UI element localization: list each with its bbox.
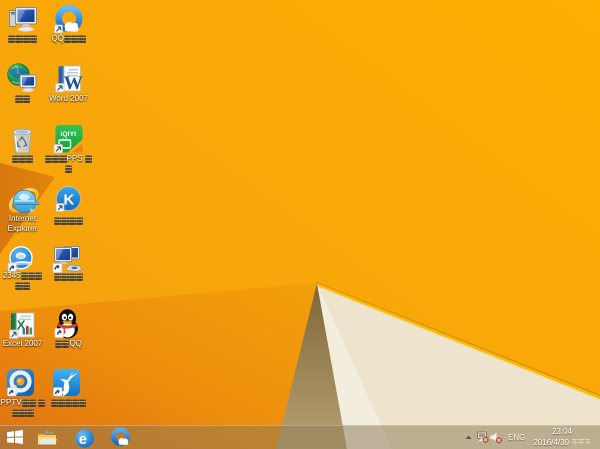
svg-text:W: W — [64, 73, 83, 93]
svg-text:e: e — [79, 431, 87, 448]
svg-text:iQIYI: iQIYI — [61, 131, 77, 138]
svg-text:K: K — [64, 192, 75, 209]
